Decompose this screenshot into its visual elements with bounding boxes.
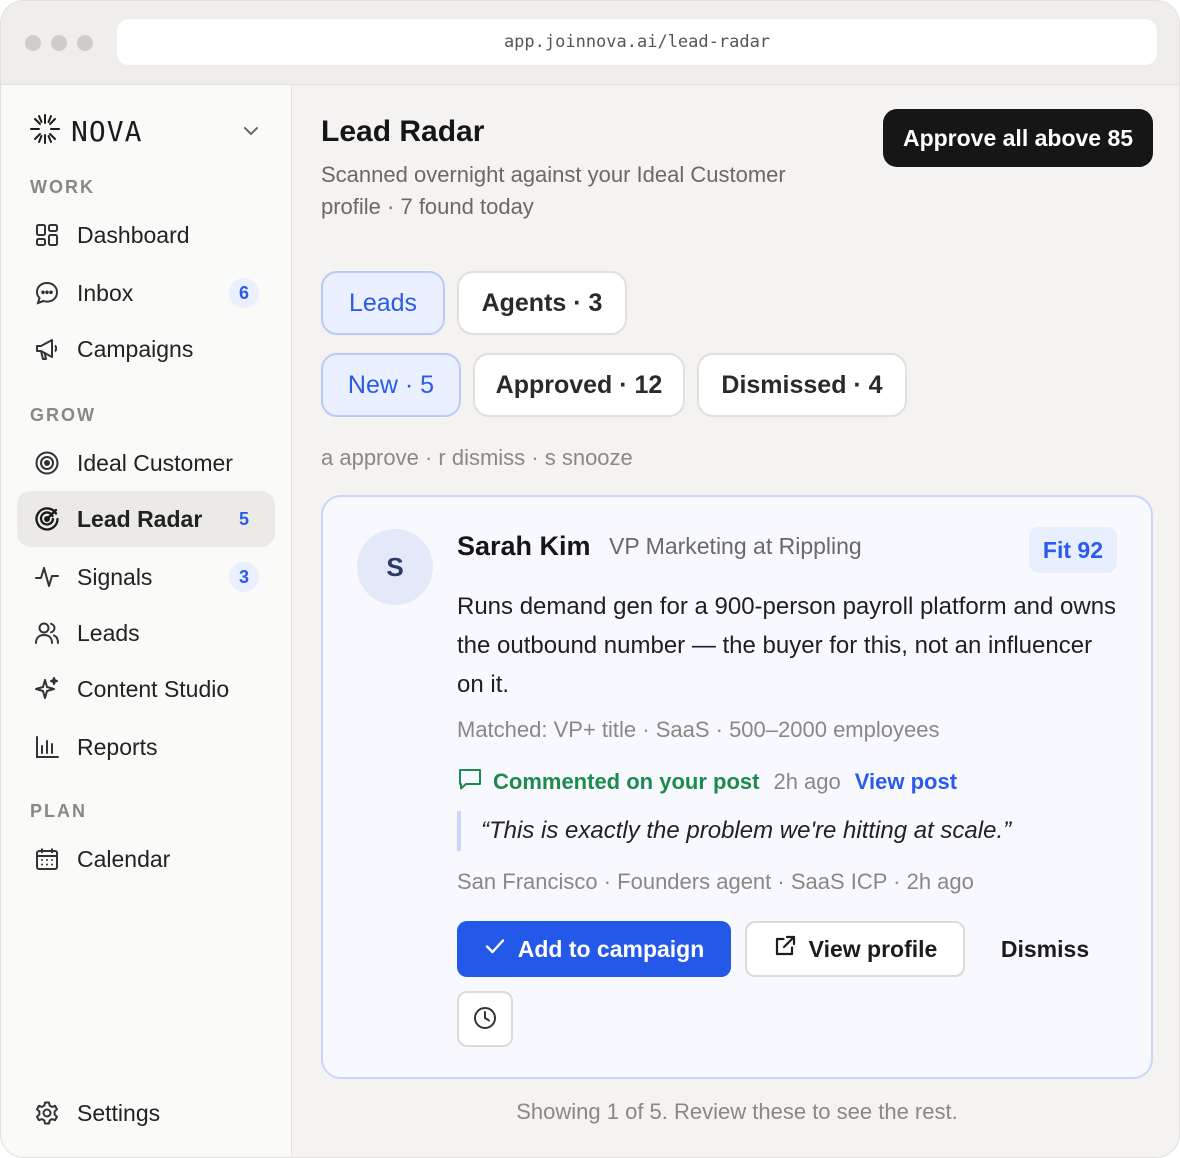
dismiss-button[interactable]: Dismiss: [983, 921, 1107, 977]
activity-row: Commented on your post 2h ago View post: [457, 767, 957, 797]
sidebar-item-label: Settings: [77, 1099, 161, 1126]
count-badge: 3: [229, 562, 259, 592]
sidebar-item-lead-radar[interactable]: Lead Radar 5: [17, 491, 275, 547]
sidebar-item-label: Campaigns: [77, 335, 194, 362]
match-criteria: Matched: VP+ title · SaaS · 500–2000 emp…: [457, 717, 940, 742]
count-badge: 6: [229, 278, 259, 308]
radar-icon: [33, 505, 61, 533]
sidebar-item-dashboard[interactable]: Dashboard: [17, 207, 275, 263]
sidebar-item-label: Ideal Customer: [77, 449, 233, 476]
brand-switcher[interactable]: NOVA: [29, 111, 142, 151]
lead-description: Runs demand gen for a 900-person payroll…: [457, 593, 1117, 698]
browser-titlebar: app.joinnova.ai/lead-radar: [1, 1, 1179, 85]
address-bar[interactable]: app.joinnova.ai/lead-radar: [117, 19, 1157, 65]
sidebar-item-label: Reports: [77, 733, 158, 760]
sidebar: NOVA WORK Dashboard Inbox 6 Campaigns GR…: [1, 85, 292, 1157]
sidebar-item-ideal-customer[interactable]: Ideal Customer: [17, 435, 275, 491]
grid-icon: [33, 221, 61, 249]
page-title: Lead Radar: [321, 115, 485, 148]
sidebar-item-inbox[interactable]: Inbox 6: [17, 265, 275, 321]
sidebar-item-label: Signals: [77, 563, 153, 590]
page-subtitle: Scanned overnight against your Ideal Cus…: [321, 162, 786, 219]
sidebar-item-reports[interactable]: Reports: [17, 719, 275, 775]
section-label-work: WORK: [30, 177, 95, 197]
sidebar-item-leads[interactable]: Leads: [17, 605, 275, 661]
external-link-icon: [773, 934, 797, 964]
filter-approved[interactable]: Approved · 12: [473, 353, 685, 417]
chevron-down-icon[interactable]: [241, 121, 261, 146]
activity-text: Commented on your post: [493, 769, 760, 794]
section-label-plan: PLAN: [30, 801, 87, 821]
activity-time: 2h ago: [773, 769, 841, 794]
results-footer-note: Showing 1 of 5. Review these to see the …: [516, 1099, 958, 1124]
snooze-button[interactable]: [457, 991, 513, 1047]
tab-leads[interactable]: Leads: [321, 271, 445, 335]
sidebar-item-label: Calendar: [77, 845, 171, 872]
target-icon: [33, 449, 61, 477]
avatar: S: [357, 529, 433, 605]
sidebar-item-signals[interactable]: Signals 3: [17, 549, 275, 605]
chat-bubble-icon: [33, 279, 61, 307]
sidebar-item-settings[interactable]: Settings: [17, 1085, 275, 1141]
window-minimize-dot[interactable]: [51, 35, 67, 51]
view-profile-label: View profile: [808, 935, 938, 962]
add-to-campaign-button[interactable]: Add to campaign: [457, 921, 731, 977]
gear-icon: [33, 1099, 61, 1127]
lead-role: VP Marketing at Rippling: [609, 533, 862, 559]
users-icon: [33, 619, 61, 647]
view-profile-button[interactable]: View profile: [745, 921, 965, 977]
window-close-dot[interactable]: [25, 35, 41, 51]
fit-score-badge: Fit 92: [1028, 527, 1117, 573]
view-post-link[interactable]: View post: [855, 769, 957, 795]
bar-chart-icon: [33, 733, 61, 761]
nova-logo-icon: [29, 113, 61, 150]
sidebar-item-label: Leads: [77, 619, 140, 646]
lead-name: Sarah Kim: [457, 531, 591, 561]
pulse-icon: [33, 563, 61, 591]
filter-dismissed[interactable]: Dismissed · 4: [697, 353, 907, 417]
check-icon: [484, 935, 506, 963]
comment-icon: [457, 766, 483, 798]
tab-agents[interactable]: Agents · 3: [457, 271, 627, 335]
sidebar-item-content-studio[interactable]: Content Studio: [17, 661, 275, 717]
sidebar-item-calendar[interactable]: Calendar: [17, 831, 275, 887]
sparkle-icon: [33, 675, 61, 703]
lead-card: S Sarah Kim VP Marketing at Rippling Fit…: [321, 495, 1153, 1079]
comment-quote: “This is exactly the problem we're hitti…: [457, 811, 1011, 851]
sidebar-item-label: Lead Radar: [77, 505, 203, 532]
keyboard-shortcuts-hint: a approve · r dismiss · s snooze: [321, 445, 633, 470]
clock-icon: [472, 1005, 498, 1034]
sidebar-item-label: Dashboard: [77, 221, 190, 248]
section-label-grow: GROW: [30, 405, 96, 425]
app-window: app.joinnova.ai/lead-radar NOVA WORK Das…: [0, 0, 1180, 1158]
sidebar-item-label: Inbox: [77, 279, 134, 306]
sidebar-item-label: Content Studio: [77, 675, 230, 702]
brand-name: NOVA: [71, 114, 143, 148]
filter-new[interactable]: New · 5: [321, 353, 461, 417]
approve-all-button[interactable]: Approve all above 85: [883, 109, 1153, 167]
megaphone-icon: [33, 335, 61, 363]
window-maximize-dot[interactable]: [77, 35, 93, 51]
main-content: Lead Radar Scanned overnight against you…: [293, 85, 1179, 1157]
calendar-icon: [33, 845, 61, 873]
add-to-campaign-label: Add to campaign: [517, 935, 705, 962]
count-badge: 5: [238, 508, 249, 529]
sidebar-item-campaigns[interactable]: Campaigns: [17, 321, 275, 377]
lead-meta: San Francisco · Founders agent · SaaS IC…: [457, 869, 974, 894]
